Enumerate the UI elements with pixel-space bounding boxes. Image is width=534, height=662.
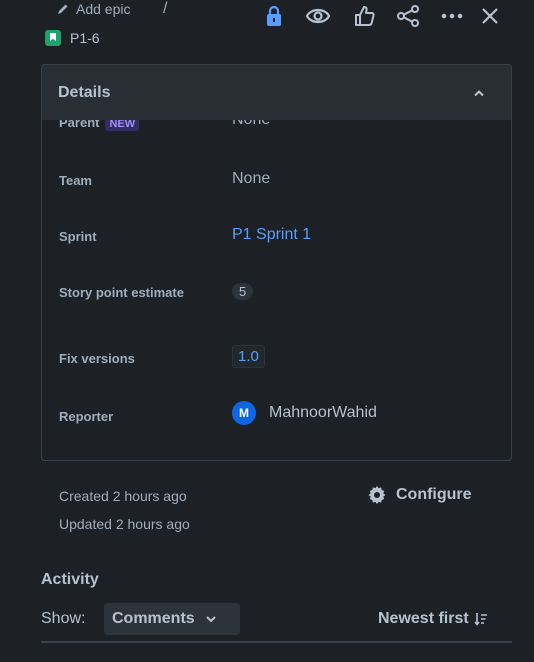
sprint-value[interactable]: P1 Sprint 1 xyxy=(232,226,311,244)
created-timestamp: Created 2 hours ago xyxy=(59,488,187,504)
share-button[interactable] xyxy=(394,4,422,28)
show-label: Show: xyxy=(41,610,86,627)
configure-button[interactable]: Configure xyxy=(368,486,472,504)
team-value[interactable]: None xyxy=(232,170,270,188)
sort-order-label: Newest first xyxy=(378,610,469,627)
activity-divider xyxy=(41,641,512,643)
activity-filter-select[interactable]: Comments xyxy=(104,603,240,635)
issue-header: Add epic / P1-6 xyxy=(0,0,534,62)
more-actions-button[interactable] xyxy=(438,4,466,28)
issue-actions xyxy=(254,0,516,32)
story-icon xyxy=(45,30,61,46)
fix-versions-field[interactable]: 1.0 xyxy=(232,345,265,368)
details-panel: Details ParentNEW None Team None Sprint … xyxy=(41,64,512,461)
more-icon xyxy=(441,13,463,19)
team-label: Team xyxy=(59,173,92,188)
reporter-label: Reporter xyxy=(59,409,114,424)
watch-button[interactable] xyxy=(304,4,332,28)
chevron-down-icon xyxy=(205,616,216,623)
story-point-value: 5 xyxy=(232,283,254,300)
reporter-field[interactable]: M MahnoorWahid xyxy=(232,401,377,425)
story-point-field[interactable]: 5 xyxy=(232,283,254,301)
story-point-label: Story point estimate xyxy=(59,285,184,300)
breadcrumb-separator: / xyxy=(163,0,168,17)
gear-icon xyxy=(368,486,386,504)
sort-order-button[interactable]: Newest first xyxy=(378,610,488,628)
sprint-label: Sprint xyxy=(59,229,97,244)
fix-version-tag[interactable]: 1.0 xyxy=(232,345,265,368)
issue-key: P1-6 xyxy=(70,30,100,46)
details-header[interactable]: Details xyxy=(42,65,511,120)
pencil-icon xyxy=(58,4,68,14)
activity-title: Activity xyxy=(41,571,99,588)
add-epic-label: Add epic xyxy=(76,1,131,17)
chevron-up-icon[interactable] xyxy=(473,89,485,97)
close-button[interactable] xyxy=(476,4,504,28)
add-epic-link[interactable]: Add epic xyxy=(56,0,130,20)
avatar: M xyxy=(232,401,256,425)
lock-icon xyxy=(267,5,281,26)
fix-versions-label: Fix versions xyxy=(59,351,135,366)
sort-icon xyxy=(474,613,487,626)
reporter-name: MahnoorWahid xyxy=(269,404,377,422)
lock-button[interactable] xyxy=(260,4,288,28)
updated-timestamp: Updated 2 hours ago xyxy=(59,516,190,532)
thumbs-up-icon xyxy=(355,6,375,26)
share-icon xyxy=(397,5,419,27)
vote-button[interactable] xyxy=(350,4,378,28)
eye-icon xyxy=(305,8,331,24)
activity-filter-value: Comments xyxy=(112,610,195,627)
issue-key-link[interactable]: P1-6 xyxy=(45,30,100,46)
configure-label: Configure xyxy=(396,486,472,503)
close-icon xyxy=(482,8,498,24)
details-title: Details xyxy=(58,83,111,101)
